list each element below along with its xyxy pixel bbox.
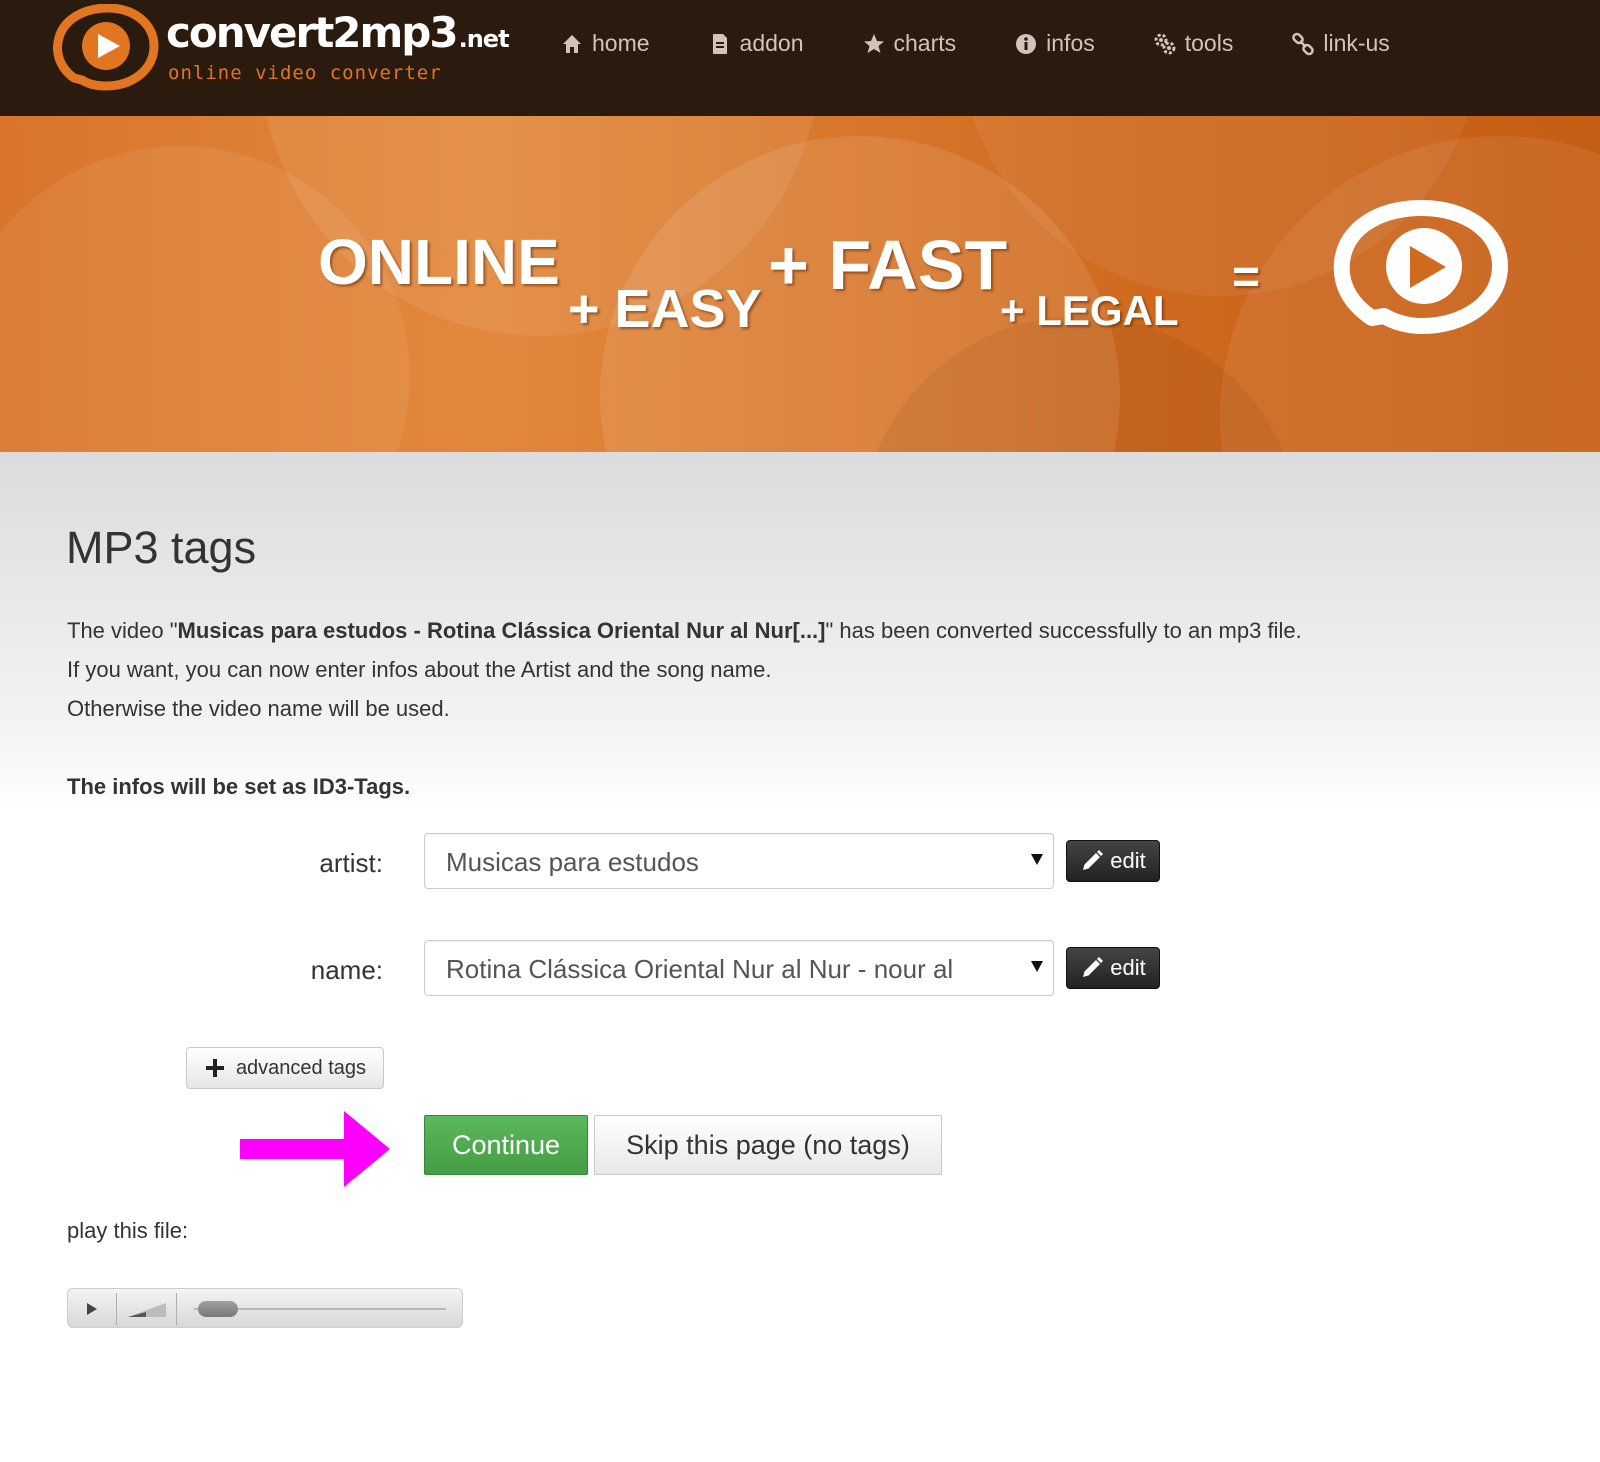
nav-tools-label: tools — [1184, 30, 1234, 56]
site-logo[interactable]: convert2mp3 .net online video converter — [52, 4, 510, 94]
name-edit-label: edit — [1110, 955, 1146, 980]
name-select-value: Rotina Clássica Oriental Nur al Nur - no… — [446, 955, 954, 983]
nav-addon[interactable]: addon — [708, 30, 804, 57]
document-icon — [708, 32, 732, 56]
intro-prefix: The video " — [67, 618, 178, 643]
hero-banner: ONLINE + EASY + FAST + LEGAL = — [0, 116, 1600, 452]
convert2mp3-play-bubble-icon — [1333, 200, 1508, 334]
main-nav: home addon charts infos tools link-us — [560, 30, 1448, 57]
nav-home-label: home — [592, 30, 650, 56]
id3-note: The infos will be set as ID3-Tags. — [67, 774, 411, 799]
slogan-fast: + FAST — [768, 226, 1008, 304]
pencil-icon — [1080, 849, 1104, 873]
name-select[interactable]: Rotina Clássica Oriental Nur al Nur - no… — [424, 940, 1054, 996]
nav-link-us[interactable]: link-us — [1291, 30, 1390, 57]
audio-player — [67, 1288, 463, 1328]
nav-home[interactable]: home — [560, 30, 650, 57]
gears-icon — [1153, 32, 1177, 56]
nav-link-us-label: link-us — [1323, 30, 1390, 56]
plus-icon — [204, 1057, 226, 1079]
caret-down-icon — [1031, 961, 1043, 972]
skip-page-button[interactable]: Skip this page (no tags) — [594, 1115, 942, 1175]
nav-infos-label: infos — [1046, 30, 1095, 56]
conversion-success-message: The video "Musicas para estudos - Rotina… — [67, 618, 1302, 644]
main-content: MP3 tags The video "Musicas para estudos… — [0, 452, 1600, 1462]
advanced-tags-label: advanced tags — [235, 1056, 367, 1079]
name-label: name: — [310, 955, 383, 985]
info-line-3: Otherwise the video name will be used. — [67, 696, 450, 721]
video-title: Musicas para estudos - Rotina Clássica O… — [177, 618, 826, 643]
info-icon — [1014, 32, 1038, 56]
slogan-legal: + LEGAL — [1000, 287, 1179, 334]
home-icon — [560, 32, 584, 56]
logo-play-bubble-icon — [53, 4, 159, 91]
artist-edit-label: edit — [1110, 848, 1146, 873]
nav-charts[interactable]: charts — [862, 30, 957, 57]
site-header: convert2mp3 .net online video converter … — [0, 0, 1600, 116]
logo-tld: .net — [458, 25, 510, 53]
star-icon — [862, 32, 886, 56]
pencil-icon — [1080, 956, 1104, 980]
logo-name: convert2mp3 — [166, 8, 459, 57]
slogan-easy: + EASY — [568, 279, 762, 339]
intro-suffix: " has been converted successfully to an … — [825, 618, 1302, 643]
player-divider — [116, 1293, 117, 1325]
player-divider — [176, 1293, 177, 1325]
name-edit-button[interactable]: edit — [1066, 947, 1160, 989]
volume-icon[interactable] — [126, 1299, 170, 1319]
artist-label: artist: — [319, 848, 383, 878]
nav-tools[interactable]: tools — [1153, 30, 1234, 57]
arrow-right-icon — [240, 1111, 390, 1187]
play-icon[interactable] — [80, 1297, 104, 1321]
continue-button[interactable]: Continue — [424, 1115, 588, 1175]
artist-select[interactable]: Musicas para estudos — [424, 833, 1054, 889]
nav-infos[interactable]: infos — [1014, 30, 1095, 57]
seek-handle[interactable] — [198, 1301, 238, 1317]
artist-edit-button[interactable]: edit — [1066, 840, 1160, 882]
link-icon — [1291, 32, 1315, 56]
nav-addon-label: addon — [739, 30, 804, 56]
nav-charts-label: charts — [893, 30, 957, 56]
page-title: MP3 tags — [66, 522, 257, 573]
caret-down-icon — [1031, 854, 1043, 865]
slogan-equals: = — [1232, 251, 1261, 304]
logo-title: convert2mp3 .net — [166, 8, 510, 57]
play-file-label: play this file: — [67, 1218, 189, 1243]
slogan-online: ONLINE — [318, 226, 560, 298]
logo-subtitle: online video converter — [168, 62, 442, 84]
info-line-2: If you want, you can now enter infos abo… — [67, 657, 772, 682]
advanced-tags-button[interactable]: advanced tags — [186, 1047, 384, 1089]
artist-select-value: Musicas para estudos — [446, 848, 699, 876]
